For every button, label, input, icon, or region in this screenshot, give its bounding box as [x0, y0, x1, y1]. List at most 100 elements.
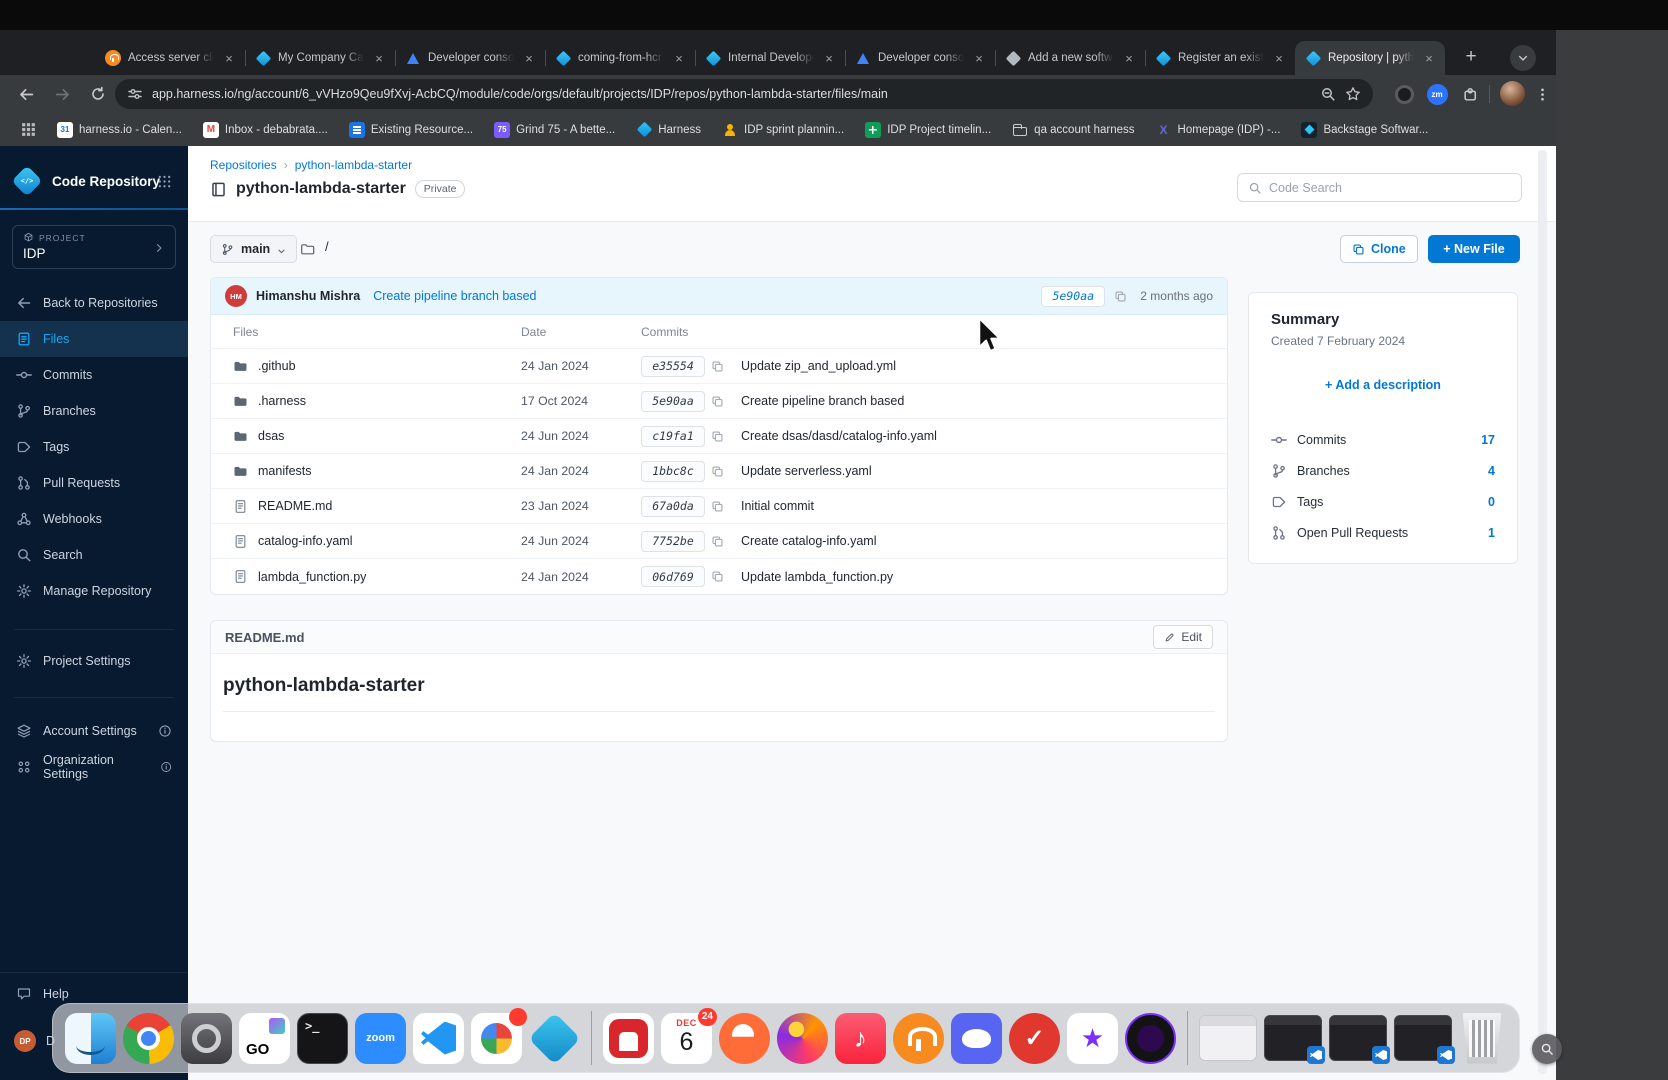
copy-icon[interactable] [711, 395, 724, 408]
file-name[interactable]: .harness [258, 394, 306, 408]
extensions-puzzle-icon[interactable] [1458, 82, 1482, 106]
file-name[interactable]: dsas [258, 429, 284, 443]
commit-message-link[interactable]: Create pipeline branch based [373, 289, 536, 303]
dock-item[interactable] [1459, 1013, 1505, 1064]
browser-tab[interactable]: Access server cli [95, 41, 245, 75]
back-button[interactable] [14, 82, 38, 106]
summary-stat-row[interactable]: Tags 0 [1271, 486, 1495, 517]
profile-avatar[interactable] [1500, 81, 1525, 106]
page-scrollbar[interactable] [1538, 150, 1547, 1074]
bookmark-item[interactable]: Harness [636, 122, 701, 138]
browser-tab[interactable]: Developer conso [395, 41, 545, 75]
branch-selector[interactable]: main [210, 235, 297, 263]
dock-item[interactable] [835, 1013, 886, 1064]
summary-stat-row[interactable]: Branches 4 [1271, 455, 1495, 486]
file-table-row[interactable]: README.md 23 Jan 2024 67a0da Initial com… [211, 489, 1227, 524]
bookmark-item[interactable]: Grind 75 - A bette... [494, 122, 615, 138]
bookmark-item[interactable]: Existing Resource... [349, 122, 473, 138]
add-description-link[interactable]: + Add a description [1271, 378, 1495, 392]
commit-sha-chip[interactable]: 5e90aa [1041, 286, 1105, 307]
clone-button[interactable]: Clone [1340, 235, 1418, 263]
file-table-row[interactable]: .harness 17 Oct 2024 5e90aa Create pipel… [211, 384, 1227, 419]
sidebar-profile[interactable]: DP D [14, 1030, 55, 1052]
sidebar-item[interactable]: Webhooks [0, 501, 188, 537]
dock-item[interactable] [65, 1013, 116, 1064]
file-sha-chip[interactable]: 67a0da [641, 496, 705, 517]
new-tab-button[interactable] [1458, 44, 1484, 70]
summary-stat-row[interactable]: Open Pull Requests 1 [1271, 517, 1495, 548]
browser-tab[interactable]: My Company Cat [245, 41, 395, 75]
code-search-input[interactable] [1269, 181, 1511, 195]
sidebar-item[interactable]: Search [0, 537, 188, 573]
file-table-row[interactable]: catalog-info.yaml 24 Jun 2024 7752be Cre… [211, 524, 1227, 559]
sidebar-item[interactable]: Account Settings [0, 713, 188, 749]
dock-item[interactable] [1329, 1015, 1387, 1061]
file-sha-chip[interactable]: 5e90aa [641, 391, 705, 412]
tab-close-icon[interactable] [821, 50, 837, 66]
dock-item[interactable]: GO [239, 1013, 290, 1064]
apps-grid-icon[interactable] [20, 121, 37, 138]
bookmark-item[interactable]: IDP sprint plannin... [722, 122, 844, 138]
dock-item[interactable] [1264, 1015, 1322, 1061]
dock-item[interactable]: >_ [297, 1013, 348, 1064]
site-settings-icon[interactable] [127, 86, 143, 102]
sidebar-item[interactable]: Organization Settings [0, 749, 188, 785]
zoom-page-icon[interactable] [1320, 86, 1336, 102]
file-name[interactable]: README.md [258, 499, 332, 513]
sidebar-item[interactable]: Branches [0, 393, 188, 429]
bookmark-item[interactable]: Inbox - debabrata.... [203, 122, 328, 138]
bookmark-item[interactable]: harness.io - Calen... [57, 122, 182, 138]
dock-item[interactable] [1199, 1015, 1257, 1061]
screen-corner-magnifier-icon[interactable] [1532, 1034, 1562, 1064]
summary-stat-row[interactable]: Commits 17 [1271, 424, 1495, 455]
sidebar-item-help[interactable]: Help [16, 986, 69, 1002]
dock-item[interactable] [951, 1013, 1002, 1064]
file-table-row[interactable]: dsas 24 Jun 2024 c19fa1 Create dsas/dasd… [211, 419, 1227, 454]
extension-icon[interactable] [1392, 82, 1416, 106]
dock-item[interactable] [719, 1013, 770, 1064]
module-grid-icon[interactable] [157, 174, 172, 194]
bookmark-star-icon[interactable] [1345, 86, 1361, 102]
file-table-row[interactable]: lambda_function.py 24 Jan 2024 06d769 Up… [211, 559, 1227, 594]
bookmark-item[interactable]: Backstage Softwar... [1301, 122, 1428, 138]
file-sha-chip[interactable]: 1bbc8c [641, 461, 705, 482]
browser-tab[interactable]: coming-from-hcr [545, 41, 695, 75]
sidebar-item[interactable]: Project Settings [0, 643, 188, 679]
file-name[interactable]: catalog-info.yaml [258, 534, 353, 548]
bookmark-item[interactable]: qa account harness [1012, 122, 1134, 138]
tab-close-icon[interactable] [371, 50, 387, 66]
copy-icon[interactable] [711, 535, 724, 548]
edit-button[interactable]: Edit [1153, 625, 1213, 649]
browser-menu-icon[interactable] [1530, 82, 1554, 106]
dock-item[interactable] [413, 1013, 464, 1064]
sidebar-item[interactable]: Tags [0, 429, 188, 465]
tab-close-icon[interactable] [1121, 50, 1137, 66]
copy-icon[interactable] [711, 430, 724, 443]
dock-item[interactable] [603, 1013, 654, 1064]
copy-icon[interactable] [711, 360, 724, 373]
tab-close-icon[interactable] [1421, 50, 1437, 66]
tab-close-icon[interactable] [671, 50, 687, 66]
browser-tab[interactable]: Developer conso [845, 41, 995, 75]
file-name[interactable]: .github [258, 359, 296, 373]
sidebar-item[interactable]: Pull Requests [0, 465, 188, 501]
file-sha-chip[interactable]: 7752be [641, 531, 705, 552]
tab-close-icon[interactable] [221, 50, 237, 66]
tab-close-icon[interactable] [1271, 50, 1287, 66]
copy-icon[interactable] [1114, 290, 1127, 303]
tab-close-icon[interactable] [521, 50, 537, 66]
path-root[interactable]: / [325, 239, 329, 254]
dock-item[interactable] [529, 1013, 580, 1064]
file-sha-chip[interactable]: c19fa1 [641, 426, 705, 447]
dock-item[interactable] [1394, 1015, 1452, 1061]
app-logo[interactable]: Code Repository [16, 170, 160, 192]
copy-icon[interactable] [711, 570, 724, 583]
browser-tab[interactable]: Add a new softw [995, 41, 1145, 75]
tab-search-button[interactable] [1510, 45, 1536, 71]
reload-button[interactable] [86, 82, 110, 106]
dock-item[interactable] [1009, 1013, 1060, 1064]
new-file-button[interactable]: + New File [1428, 235, 1520, 263]
sidebar-item[interactable]: Commits [0, 357, 188, 393]
file-table-row[interactable]: .github 24 Jan 2024 e35554 Update zip_an… [211, 349, 1227, 384]
copy-icon[interactable] [711, 500, 724, 513]
